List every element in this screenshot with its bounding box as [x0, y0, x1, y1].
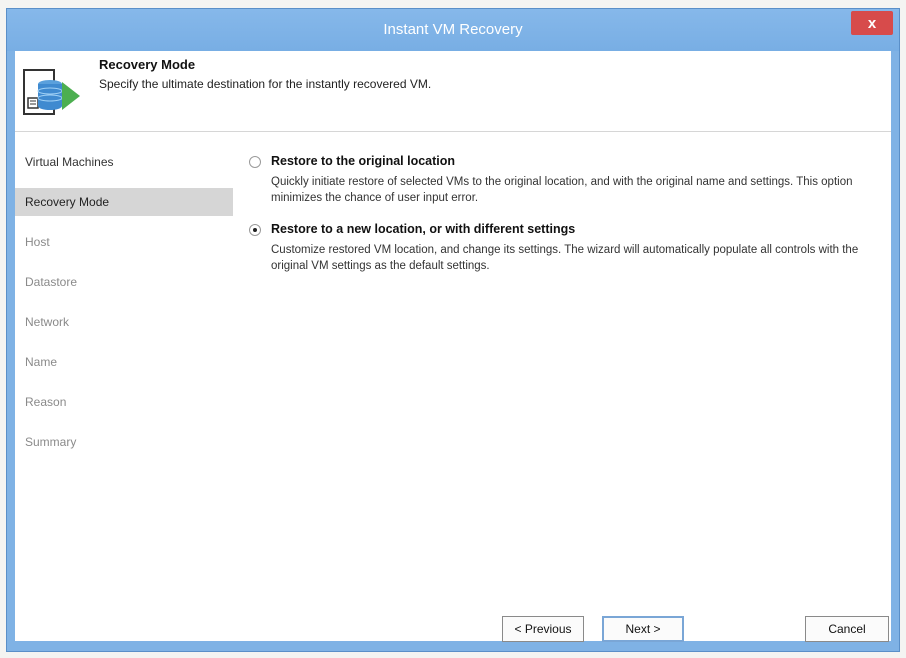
wizard-header: Recovery Mode Specify the ultimate desti… [15, 51, 891, 132]
nav-item-recovery-mode[interactable]: Recovery Mode [15, 188, 233, 216]
recovery-wizard-icon [23, 69, 80, 115]
nav-item-network: Network [25, 315, 70, 329]
page-subtitle: Specify the ultimate destination for the… [99, 77, 432, 91]
option-title[interactable]: Restore to the original location [271, 154, 455, 168]
wizard-window: Instant VM Recovery x Recovery Mode Spec… [6, 8, 900, 652]
option-title[interactable]: Restore to a new location, or with diffe… [271, 222, 575, 236]
nav-item-reason: Reason [25, 395, 67, 409]
close-button[interactable]: x [851, 11, 893, 35]
nav-item-name: Name [25, 355, 58, 369]
nav-item-summary: Summary [25, 435, 77, 449]
nav-item-datastore: Datastore [25, 275, 78, 289]
wizard-steps-nav: Virtual Machines Recovery Mode Host Data… [15, 132, 233, 641]
nav-item-host: Host [25, 235, 50, 249]
option-description: Customize restored VM location, and chan… [271, 244, 859, 272]
previous-button[interactable]: < Previous [502, 616, 584, 642]
close-icon: x [867, 14, 877, 32]
option-description: Quickly initiate restore of selected VMs… [271, 176, 853, 204]
title-bar[interactable]: Instant VM Recovery x [7, 9, 899, 51]
wizard-client-area: Recovery Mode Specify the ultimate desti… [15, 51, 891, 642]
radio-new-location[interactable] [249, 224, 261, 236]
page-title: Recovery Mode [99, 57, 196, 72]
next-button[interactable]: Next > [602, 616, 684, 642]
cancel-button[interactable]: Cancel [805, 616, 889, 642]
nav-item-virtual-machines[interactable]: Virtual Machines [15, 148, 233, 176]
wizard-content: Restore to the original location Quickly… [241, 132, 891, 642]
window-title: Instant VM Recovery [383, 21, 523, 38]
radio-original-location[interactable] [249, 156, 261, 168]
